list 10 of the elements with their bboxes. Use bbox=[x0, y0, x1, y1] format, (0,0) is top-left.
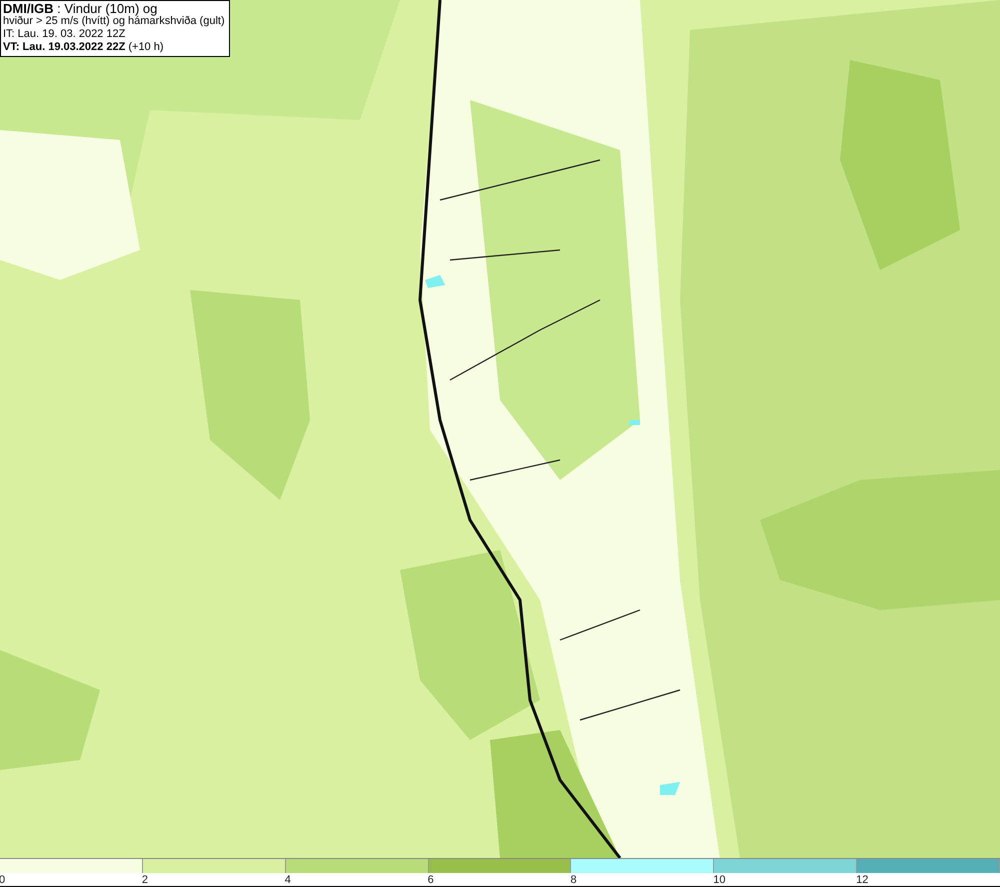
legend-label: 2 bbox=[142, 873, 148, 887]
title-line: hviður > 25 m/s (hvítt) og hámarkshviða (gult) bbox=[3, 15, 225, 28]
legend-label: 4 bbox=[284, 873, 291, 887]
title-line: IT: Lau. 19. 03. 2022 12Z bbox=[3, 28, 126, 41]
legend-label: 12 bbox=[856, 873, 868, 887]
legend-label: 6 bbox=[428, 873, 434, 887]
title-line: DMI/IGB : Vindur (10m) og bbox=[3, 2, 158, 15]
legend-label: 8 bbox=[570, 873, 577, 887]
title-line: VT: Lau. 19.03.2022 22Z (+10 h) bbox=[3, 41, 165, 54]
legend-label: 10 bbox=[713, 873, 726, 887]
